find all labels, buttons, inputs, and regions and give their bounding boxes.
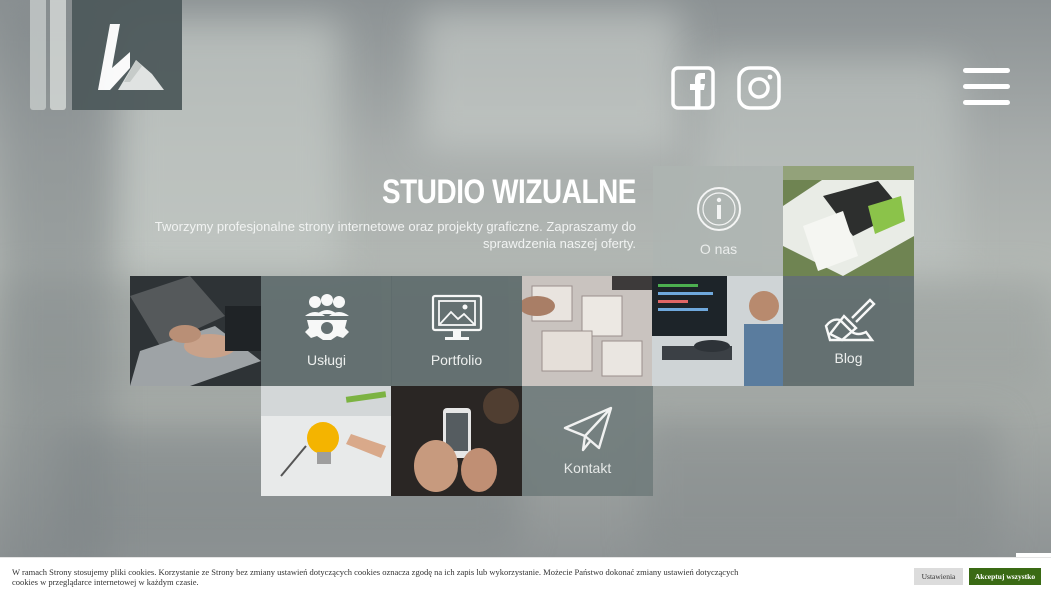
tile-uslugi[interactable]: Usługi <box>261 276 392 386</box>
tile-portfolio[interactable]: Portfolio <box>391 276 522 386</box>
cookie-settings-button[interactable]: Ustawienia <box>914 568 963 585</box>
tile-label: Blog <box>834 350 863 366</box>
tile-photo-boxes <box>783 166 914 276</box>
hero-subtitle: Tworzymy profesjonalne strony internetow… <box>154 219 636 251</box>
hand-writing-icon <box>824 298 876 342</box>
tile-label: O nas <box>699 241 738 257</box>
tile-label: Kontakt <box>563 460 612 476</box>
page-title: STUDIO WIZUALNE <box>381 173 636 211</box>
tile-label: Usługi <box>307 352 346 368</box>
team-gear-icon <box>304 294 349 340</box>
hero: STUDIO WIZUALNE Tworzymy profesjonalne s… <box>150 173 637 252</box>
cookie-accept-button[interactable]: Akceptuj wszystko <box>969 568 1041 585</box>
tile-photo-lightbulb <box>261 386 392 496</box>
cookie-text: W ramach Strony stosujemy pliki cookies.… <box>12 567 739 587</box>
tile-photo-phone <box>391 386 522 496</box>
tile-photo-laptop <box>130 276 261 386</box>
monitor-image-icon <box>431 294 482 340</box>
tile-o-nas[interactable]: O nas <box>653 166 784 276</box>
menu-hamburger-icon[interactable] <box>963 68 1010 106</box>
tile-photo-developer <box>652 276 783 386</box>
info-icon <box>696 187 741 231</box>
paper-plane-icon <box>563 406 612 452</box>
cookie-banner: W ramach Strony stosujemy pliki cookies.… <box>0 557 1051 593</box>
tile-kontakt[interactable]: Kontakt <box>522 386 653 496</box>
logo[interactable] <box>72 0 182 110</box>
instagram-icon[interactable] <box>737 66 781 110</box>
logo-mark-icon <box>98 24 164 90</box>
tile-label: Portfolio <box>430 352 483 368</box>
facebook-icon[interactable] <box>671 66 715 110</box>
logo-decor <box>30 0 70 110</box>
tile-blog[interactable]: Blog <box>783 276 914 386</box>
tile-photo-wireframes <box>522 276 653 386</box>
